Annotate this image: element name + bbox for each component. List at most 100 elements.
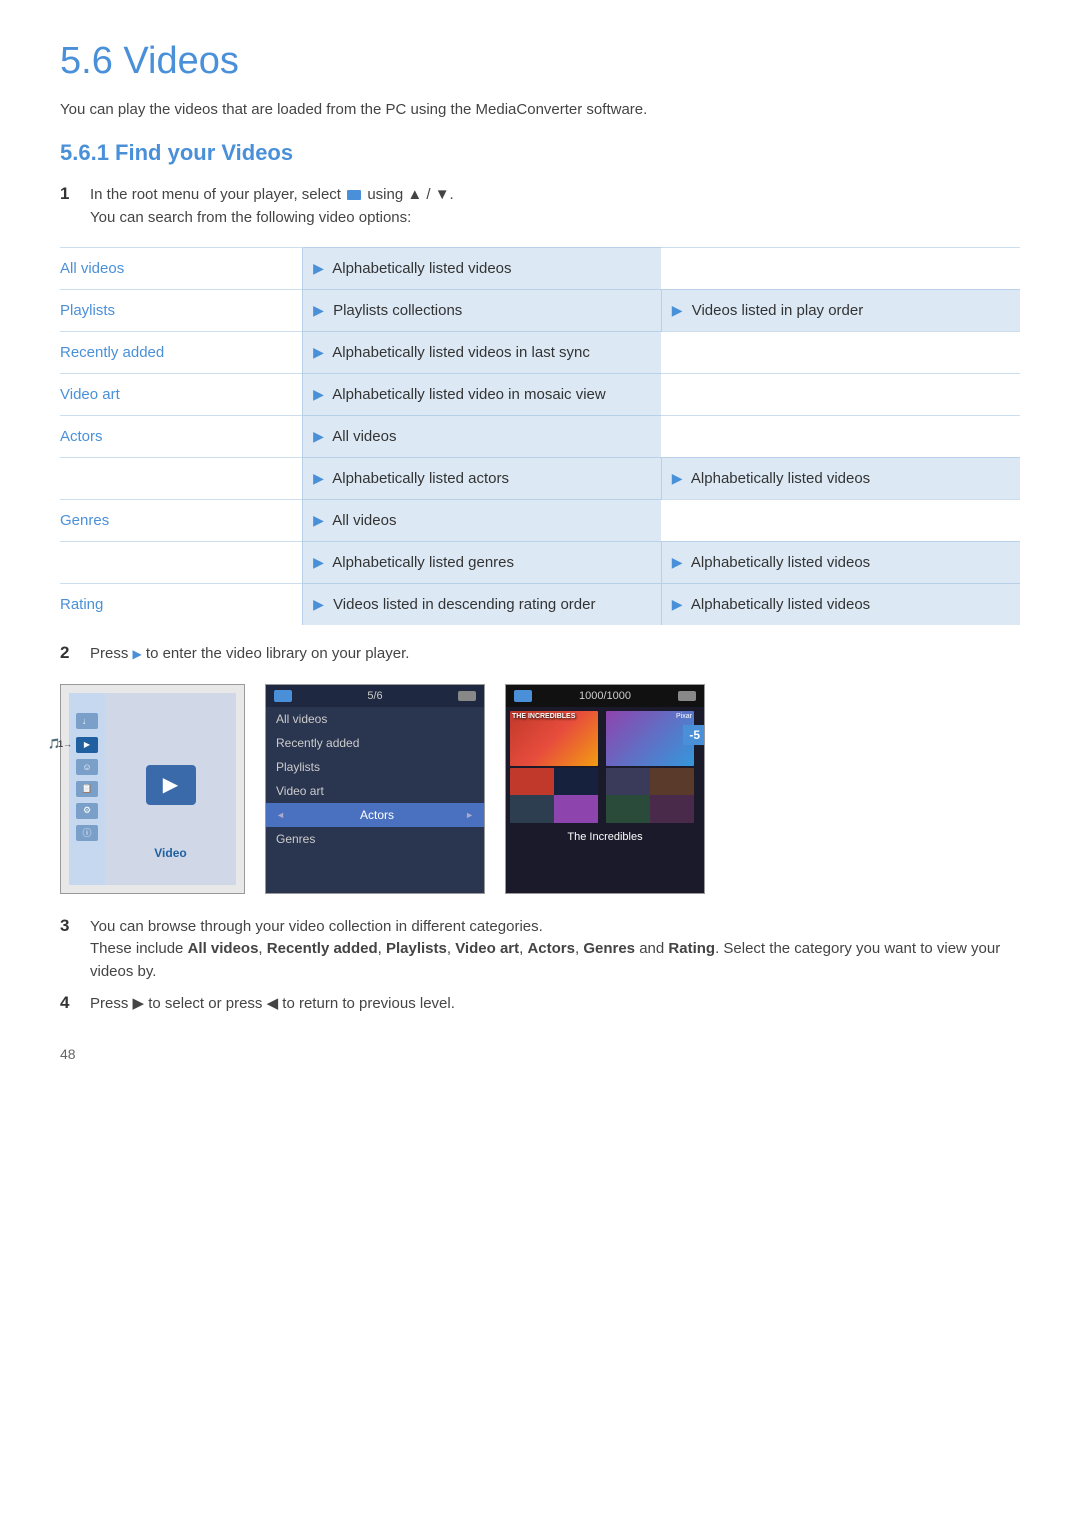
menu-item-playlists[interactable]: Playlists xyxy=(266,755,484,779)
num5-badge: -5 xyxy=(683,725,705,745)
sidebar-icon-4: ⚙ xyxy=(76,803,98,819)
menu-item-actors-highlighted[interactable]: Actors xyxy=(266,803,484,827)
video-icon xyxy=(347,190,361,200)
table-col3-2 xyxy=(661,332,1020,374)
arrow-right-icon: ▶ xyxy=(313,596,324,612)
arrow-right-icon: ▶ xyxy=(313,344,324,360)
intro-text: You can play the videos that are loaded … xyxy=(60,101,1020,118)
step-1: 1 In the root menu of your player, selec… xyxy=(60,184,1020,229)
navigation-table: All videos▶ Alphabetically listed videos… xyxy=(60,247,1020,625)
menu-item-genres[interactable]: Genres xyxy=(266,827,484,851)
movie-title: The Incredibles xyxy=(506,827,704,847)
step-4: 4 Press ▶ to select or press ◀ to return… xyxy=(60,993,1020,1016)
device-main-area: ▶ Video xyxy=(105,693,236,885)
arrow-right-icon: ▶ xyxy=(313,428,324,444)
table-col1-5 xyxy=(60,458,303,500)
table-col1-2: Recently added xyxy=(60,332,303,374)
thumbnail-1: THE INCREDIBLES xyxy=(510,711,598,766)
sidebar-video-icon: ▶ 1→ 🎵 xyxy=(76,737,98,753)
arrow-right-icon: ▶ xyxy=(672,302,683,318)
table-row: Recently added▶ Alphabetically listed vi… xyxy=(60,332,1020,374)
step-3-text: You can browse through your video collec… xyxy=(90,916,1020,984)
arrow-right-icon: ▶ xyxy=(313,260,324,276)
step-4-number: 4 xyxy=(60,993,90,1013)
menu-item-recently-added[interactable]: Recently added xyxy=(266,731,484,755)
table-col2-5: ▶ Alphabetically listed actors xyxy=(303,458,662,500)
thumbnail-3 xyxy=(510,768,598,823)
step-1-number: 1 xyxy=(60,184,90,204)
step-4-text: Press ▶ to select or press ◀ to return t… xyxy=(90,993,455,1016)
thumbnail-2: Pixar xyxy=(606,711,694,766)
menu-header-icon xyxy=(274,690,292,702)
menu-battery-icon xyxy=(458,691,476,701)
table-col2-3: ▶ Alphabetically listed video in mosaic … xyxy=(303,374,662,416)
screenshot-thumbnails: 1000/1000 THE INCREDIBLES Pixar xyxy=(505,684,705,894)
table-col3-3 xyxy=(661,374,1020,416)
arrow-right-icon: ▶ xyxy=(672,470,683,486)
subsection-title: 5.6.1 Find your Videos xyxy=(60,140,1020,166)
menu-counter: 5/6 xyxy=(367,690,382,702)
table-col3-8: ▶ Alphabetically listed videos xyxy=(661,584,1020,626)
arrow-right-icon: ▶ xyxy=(672,554,683,570)
thumbnails-counter: 1000/1000 xyxy=(579,690,631,702)
table-col3-1: ▶ Videos listed in play order xyxy=(661,290,1020,332)
table-col2-7: ▶ Alphabetically listed genres xyxy=(303,542,662,584)
table-col2-1: ▶ Playlists collections xyxy=(303,290,662,332)
menu-header: 5/6 xyxy=(266,685,484,707)
device-sidebar: ♩ ▶ 1→ 🎵 ☺ 📋 ⚙ ⓘ xyxy=(69,693,105,885)
table-col2-4: ▶ All videos xyxy=(303,416,662,458)
table-row: ▶ Alphabetically listed genres▶ Alphabet… xyxy=(60,542,1020,584)
screenshot-menu: 5/6 All videos Recently added Playlists … xyxy=(265,684,485,894)
arrow-right-icon: ▶ xyxy=(313,554,324,570)
table-col1-4: Actors xyxy=(60,416,303,458)
section-title: 5.6 Videos xyxy=(60,40,1020,83)
table-row: Playlists▶ Playlists collections▶ Videos… xyxy=(60,290,1020,332)
table-col2-2: ▶ Alphabetically listed videos in last s… xyxy=(303,332,662,374)
table-col1-7 xyxy=(60,542,303,584)
page-number: 48 xyxy=(60,1046,1020,1062)
sidebar-icon-5: ⓘ xyxy=(76,825,98,841)
arrow-right-icon: ▶ xyxy=(313,470,324,486)
table-col3-5: ▶ Alphabetically listed videos xyxy=(661,458,1020,500)
screenshot-device: ♩ ▶ 1→ 🎵 ☺ 📋 ⚙ ⓘ xyxy=(60,684,245,894)
video-label: Video xyxy=(105,846,236,860)
table-col1-6: Genres xyxy=(60,500,303,542)
table-col2-0: ▶ Alphabetically listed videos xyxy=(303,248,662,290)
step-2-number: 2 xyxy=(60,643,90,663)
step-3-number: 3 xyxy=(60,916,90,936)
table-row: ▶ Alphabetically listed actors▶ Alphabet… xyxy=(60,458,1020,500)
table-row: Genres▶ All videos xyxy=(60,500,1020,542)
table-col1-8: Rating xyxy=(60,584,303,626)
table-col3-0 xyxy=(661,248,1020,290)
step-3: 3 You can browse through your video coll… xyxy=(60,916,1020,984)
step-1-text: In the root menu of your player, select … xyxy=(90,184,454,229)
table-row: Actors▶ All videos xyxy=(60,416,1020,458)
table-col3-7: ▶ Alphabetically listed videos xyxy=(661,542,1020,584)
sidebar-icon-2: ☺ xyxy=(76,759,98,775)
arrow-right-icon: ▶ xyxy=(672,596,683,612)
sidebar-icon-3: 📋 xyxy=(76,781,98,797)
step-2-text: Press ▶ to enter the video library on yo… xyxy=(90,643,409,666)
menu-item-video-art[interactable]: Video art xyxy=(266,779,484,803)
table-col2-8: ▶ Videos listed in descending rating ord… xyxy=(303,584,662,626)
table-row: All videos▶ Alphabetically listed videos xyxy=(60,248,1020,290)
screenshots-row: ♩ ▶ 1→ 🎵 ☺ 📋 ⚙ ⓘ xyxy=(60,684,1020,894)
table-col1-0: All videos xyxy=(60,248,303,290)
thumbnail-4 xyxy=(606,768,694,823)
thumbnails-header: 1000/1000 xyxy=(506,685,704,707)
arrow-right-icon: ▶ xyxy=(313,386,324,402)
step-2: 2 Press ▶ to enter the video library on … xyxy=(60,643,1020,666)
arrow-right-icon: ▶ xyxy=(313,512,324,528)
table-row: Video art▶ Alphabetically listed video i… xyxy=(60,374,1020,416)
table-col1-3: Video art xyxy=(60,374,303,416)
table-row: Rating▶ Videos listed in descending rati… xyxy=(60,584,1020,626)
thumbnails-icon xyxy=(514,690,532,702)
table-col1-1: Playlists xyxy=(60,290,303,332)
table-col3-4 xyxy=(661,416,1020,458)
thumbnails-battery xyxy=(678,691,696,701)
arrow-right-icon: ▶ xyxy=(313,302,324,318)
thumbnails-grid: THE INCREDIBLES Pixar xyxy=(506,707,704,827)
menu-item-all-videos[interactable]: All videos xyxy=(266,707,484,731)
table-col2-6: ▶ All videos xyxy=(303,500,662,542)
table-col3-6 xyxy=(661,500,1020,542)
